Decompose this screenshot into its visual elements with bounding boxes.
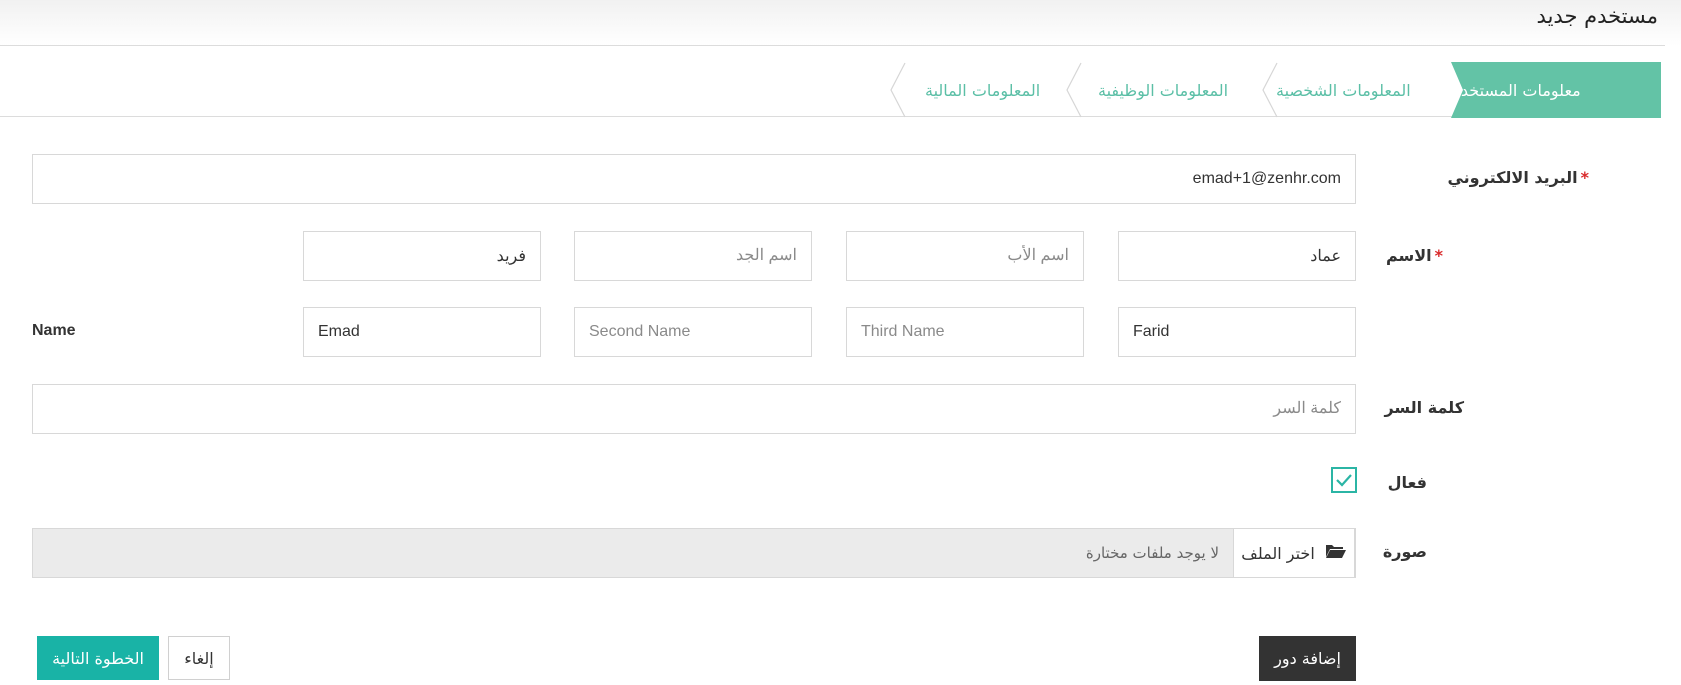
page-header: [0, 0, 1681, 46]
first-name-ar-field[interactable]: [1118, 231, 1356, 281]
family-name-ar-field[interactable]: [303, 231, 541, 281]
required-mark: *: [1580, 168, 1589, 187]
folder-open-icon: [1325, 543, 1347, 563]
email-label-text: البريد الالكتروني: [1447, 168, 1578, 187]
wizard-step-label: معلومات المستخدم: [1451, 80, 1581, 100]
cancel-button[interactable]: إلغاء: [168, 636, 230, 680]
grandfather-name-ar-field[interactable]: [574, 231, 812, 281]
next-step-button[interactable]: الخطوة التالية: [37, 636, 159, 680]
father-name-ar-field[interactable]: [846, 231, 1084, 281]
wizard-step-label: المعلومات المالية: [925, 80, 1041, 100]
chevron-left-icon: [1261, 62, 1279, 118]
english-name-label: Name: [32, 322, 76, 339]
name-label: *الاسم: [1386, 246, 1443, 265]
wizard-step-user-info[interactable]: معلومات المستخدم: [1451, 62, 1661, 118]
photo-file-input[interactable]: لا يوجد ملفات مختارة اختر الملف: [32, 528, 1356, 578]
password-label: كلمة السر: [1384, 398, 1464, 417]
email-label: *البريد الالكتروني: [1447, 168, 1589, 187]
page-title: مستخدم جديد: [1536, 4, 1658, 28]
chevron-left-icon: [889, 62, 907, 118]
wizard-step-financial-info[interactable]: المعلومات المالية: [925, 62, 1048, 118]
required-mark: *: [1434, 246, 1443, 265]
wizard-step-job-info[interactable]: المعلومات الوظيفية: [1098, 62, 1258, 118]
photo-label: صورة: [1382, 542, 1427, 561]
choose-file-label: اختر الملف: [1241, 543, 1315, 563]
wizard-step-personal-info[interactable]: المعلومات الشخصية: [1276, 62, 1446, 118]
password-field[interactable]: [32, 384, 1356, 434]
active-label: فعال: [1387, 473, 1427, 492]
third-name-en-field[interactable]: [574, 307, 812, 357]
chevron-left-icon: [1065, 62, 1083, 118]
checkmark-icon: [1336, 474, 1352, 487]
wizard-step-label: المعلومات الشخصية: [1276, 80, 1411, 100]
last-name-en-field[interactable]: [303, 307, 541, 357]
choose-file-button[interactable]: اختر الملف: [1233, 528, 1355, 578]
second-name-en-field[interactable]: [846, 307, 1084, 357]
active-checkbox[interactable]: [1331, 467, 1357, 493]
first-name-en-field[interactable]: [1118, 307, 1356, 357]
add-role-button[interactable]: إضافة دور: [1259, 636, 1356, 681]
email-field[interactable]: [32, 154, 1356, 204]
name-label-text: الاسم: [1385, 246, 1432, 265]
file-status-text: لا يوجد ملفات مختارة: [1085, 544, 1219, 562]
header-divider: [0, 45, 1665, 46]
wizard-step-label: المعلومات الوظيفية: [1098, 80, 1229, 100]
